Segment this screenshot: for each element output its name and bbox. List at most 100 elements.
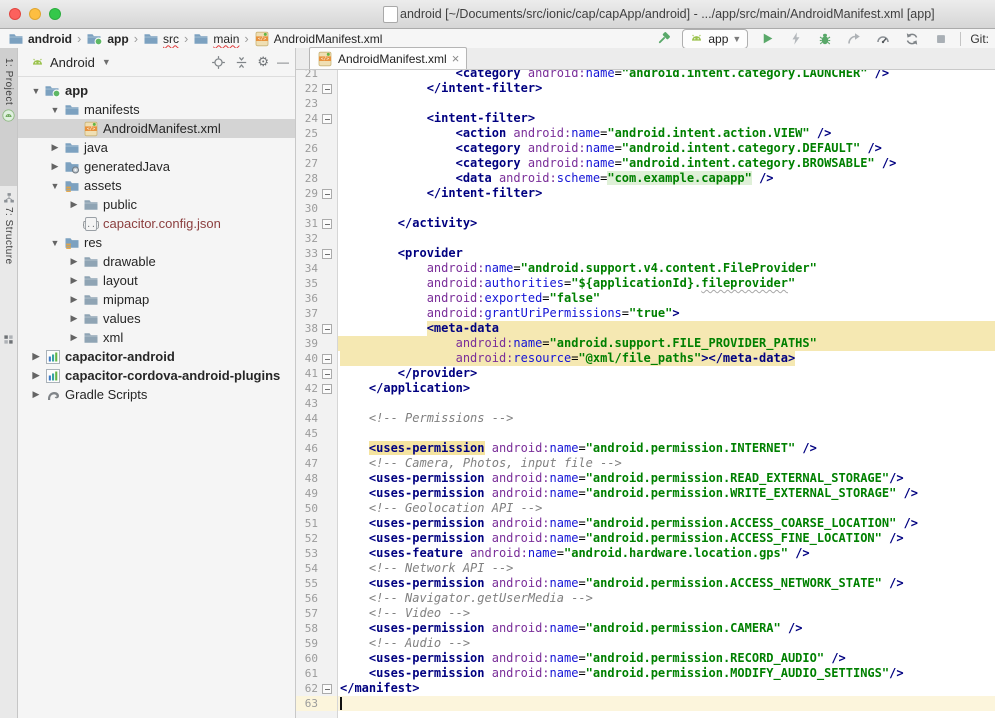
fold-start-icon[interactable] [322,249,332,259]
code-line-51[interactable]: <uses-permission android:name="android.p… [338,516,995,531]
code-line-39[interactable]: android:name="android.support.FILE_PROVI… [338,336,995,351]
fold-end-icon[interactable] [322,684,332,694]
breadcrumb-item-src[interactable]: src [143,31,179,47]
code-line-37[interactable]: android:grantUriPermissions="true"> [338,306,995,321]
breadcrumb-item-androidmanifest-xml[interactable]: </>AndroidManifest.xml [254,31,383,47]
tree-item-public[interactable]: ▶public [18,195,295,214]
tree-item-drawable[interactable]: ▶drawable [18,252,295,271]
git-label[interactable]: Git: [970,32,989,46]
tree-item-capacitor-android[interactable]: ▶capacitor-android [18,347,295,366]
favorites-icon[interactable] [3,334,14,345]
tree-collapsed-arrow-icon[interactable]: ▶ [66,313,82,324]
locate-file-icon[interactable] [211,55,226,70]
tree-item-values[interactable]: ▶values [18,309,295,328]
fold-end-icon[interactable] [322,219,332,229]
code-line-58[interactable]: <uses-permission android:name="android.p… [338,621,995,636]
tree-item-generatedjava[interactable]: ▶generatedJava [18,157,295,176]
code-line-56[interactable]: <!-- Navigator.getUserMedia --> [338,591,995,606]
tree-expanded-arrow-icon[interactable]: ▼ [47,238,63,248]
breadcrumb-item-app[interactable]: app [86,31,128,47]
code-line-27[interactable]: <category android:name="android.intent.c… [338,156,995,171]
tree-item-java[interactable]: ▶java [18,138,295,157]
code-line-52[interactable]: <uses-permission android:name="android.p… [338,531,995,546]
tree-item-manifests[interactable]: ▼manifests [18,100,295,119]
tree-collapsed-arrow-icon[interactable]: ▶ [28,351,44,362]
gradle-sync-icon[interactable] [902,30,922,48]
code-line-43[interactable] [338,396,995,411]
window-minimize-button[interactable] [29,8,41,20]
attach-debugger-icon[interactable] [844,30,864,48]
project-view-selector[interactable]: Android ▼ [30,55,111,70]
tree-item-res[interactable]: ▼res [18,233,295,252]
code-line-28[interactable]: <data android:scheme="com.example.capapp… [338,171,995,186]
breadcrumb-item-main[interactable]: main [193,31,239,47]
code-line-46[interactable]: <uses-permission android:name="android.p… [338,441,995,456]
run-configuration-select[interactable]: app ▼ [682,29,748,49]
build-hammer-icon[interactable] [653,30,673,48]
fold-start-icon[interactable] [322,114,332,124]
tree-expanded-arrow-icon[interactable]: ▼ [47,181,63,191]
tree-item-capacitor-config-json[interactable]: {..}capacitor.config.json [18,214,295,233]
code-line-44[interactable]: <!-- Permissions --> [338,411,995,426]
fold-start-icon[interactable] [322,324,332,334]
code-line-60[interactable]: <uses-permission android:name="android.p… [338,651,995,666]
tree-item-mipmap[interactable]: ▶mipmap [18,290,295,309]
code-line-33[interactable]: <provider [338,246,995,261]
code-line-32[interactable] [338,231,995,246]
tree-collapsed-arrow-icon[interactable]: ▶ [66,199,82,210]
tree-item-app[interactable]: ▼app [18,81,295,100]
tree-collapsed-arrow-icon[interactable]: ▶ [47,161,63,172]
tree-collapsed-arrow-icon[interactable]: ▶ [66,332,82,343]
code-line-45[interactable] [338,426,995,441]
stop-button-icon[interactable] [931,30,951,48]
code-area[interactable]: <category android:name="android.intent.c… [338,70,995,718]
code-line-26[interactable]: <category android:name="android.intent.c… [338,141,995,156]
code-line-22[interactable]: </intent-filter> [338,81,995,96]
tree-collapsed-arrow-icon[interactable]: ▶ [66,294,82,305]
tree-item-androidmanifest-xml[interactable]: </>AndroidManifest.xml [18,119,295,138]
code-line-48[interactable]: <uses-permission android:name="android.p… [338,471,995,486]
editor-body[interactable]: 2122232425262728293031323334353637383940… [296,70,995,718]
code-line-23[interactable] [338,96,995,111]
code-line-29[interactable]: </intent-filter> [338,186,995,201]
tree-collapsed-arrow-icon[interactable]: ▶ [28,370,44,381]
code-line-25[interactable]: <action android:name="android.intent.act… [338,126,995,141]
tree-collapsed-arrow-icon[interactable]: ▶ [66,256,82,267]
fold-end-icon[interactable] [322,354,332,364]
tree-item-xml[interactable]: ▶xml [18,328,295,347]
window-close-button[interactable] [9,8,21,20]
code-line-47[interactable]: <!-- Camera, Photos, input file --> [338,456,995,471]
code-line-24[interactable]: <intent-filter> [338,111,995,126]
fold-end-icon[interactable] [322,384,332,394]
code-line-54[interactable]: <!-- Network API --> [338,561,995,576]
code-line-36[interactable]: android:exported="false" [338,291,995,306]
code-line-34[interactable]: android:name="android.support.v4.content… [338,261,995,276]
code-line-63[interactable] [338,696,995,711]
instant-run-icon[interactable] [786,30,806,48]
fold-end-icon[interactable] [322,369,332,379]
tree-collapsed-arrow-icon[interactable]: ▶ [66,275,82,286]
tree-item-layout[interactable]: ▶layout [18,271,295,290]
code-line-41[interactable]: </provider> [338,366,995,381]
run-button-icon[interactable] [757,30,777,48]
tree-collapsed-arrow-icon[interactable]: ▶ [47,142,63,153]
tree-item-gradle-scripts[interactable]: ▶Gradle Scripts [18,385,295,404]
code-line-49[interactable]: <uses-permission android:name="android.p… [338,486,995,501]
window-zoom-button[interactable] [49,8,61,20]
code-line-50[interactable]: <!-- Geolocation API --> [338,501,995,516]
fold-end-icon[interactable] [322,189,332,199]
code-line-53[interactable]: <uses-feature android:name="android.hard… [338,546,995,561]
code-line-57[interactable]: <!-- Video --> [338,606,995,621]
profiler-icon[interactable] [873,30,893,48]
code-line-35[interactable]: android:authorities="${applicationId}.fi… [338,276,995,291]
tool-window-tab-structure[interactable]: 7: Structure [0,190,17,320]
tree-collapsed-arrow-icon[interactable]: ▶ [28,389,44,400]
code-line-40[interactable]: android:resource="@xml/file_paths"></met… [338,351,995,366]
fold-end-icon[interactable] [322,84,332,94]
code-line-55[interactable]: <uses-permission android:name="android.p… [338,576,995,591]
close-icon[interactable]: × [452,54,460,64]
debug-button-icon[interactable] [815,30,835,48]
code-line-21[interactable]: <category android:name="android.intent.c… [338,70,995,81]
tree-expanded-arrow-icon[interactable]: ▼ [28,86,44,96]
code-line-62[interactable]: </manifest> [338,681,995,696]
